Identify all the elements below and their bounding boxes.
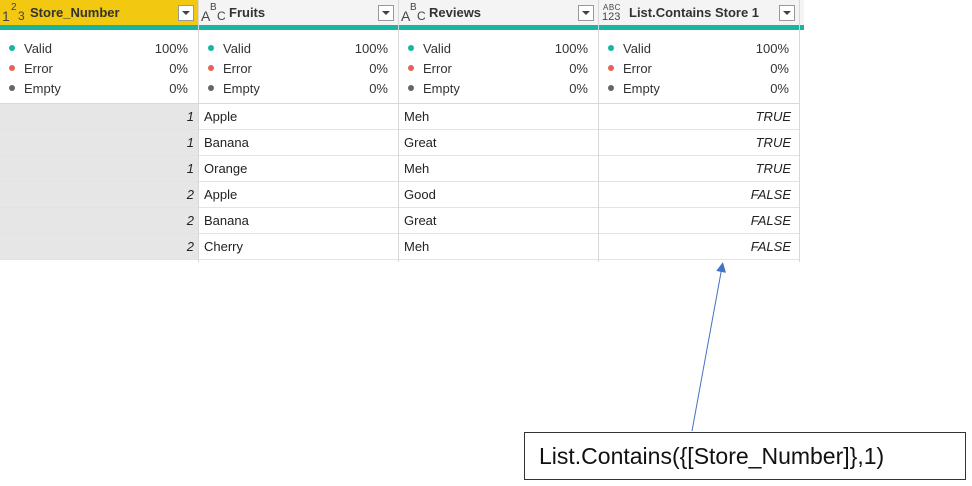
arrow-line xyxy=(691,262,727,432)
formula-callout: List.Contains({[Store_Number]},1) xyxy=(524,432,966,480)
callout-arrow xyxy=(691,262,727,432)
